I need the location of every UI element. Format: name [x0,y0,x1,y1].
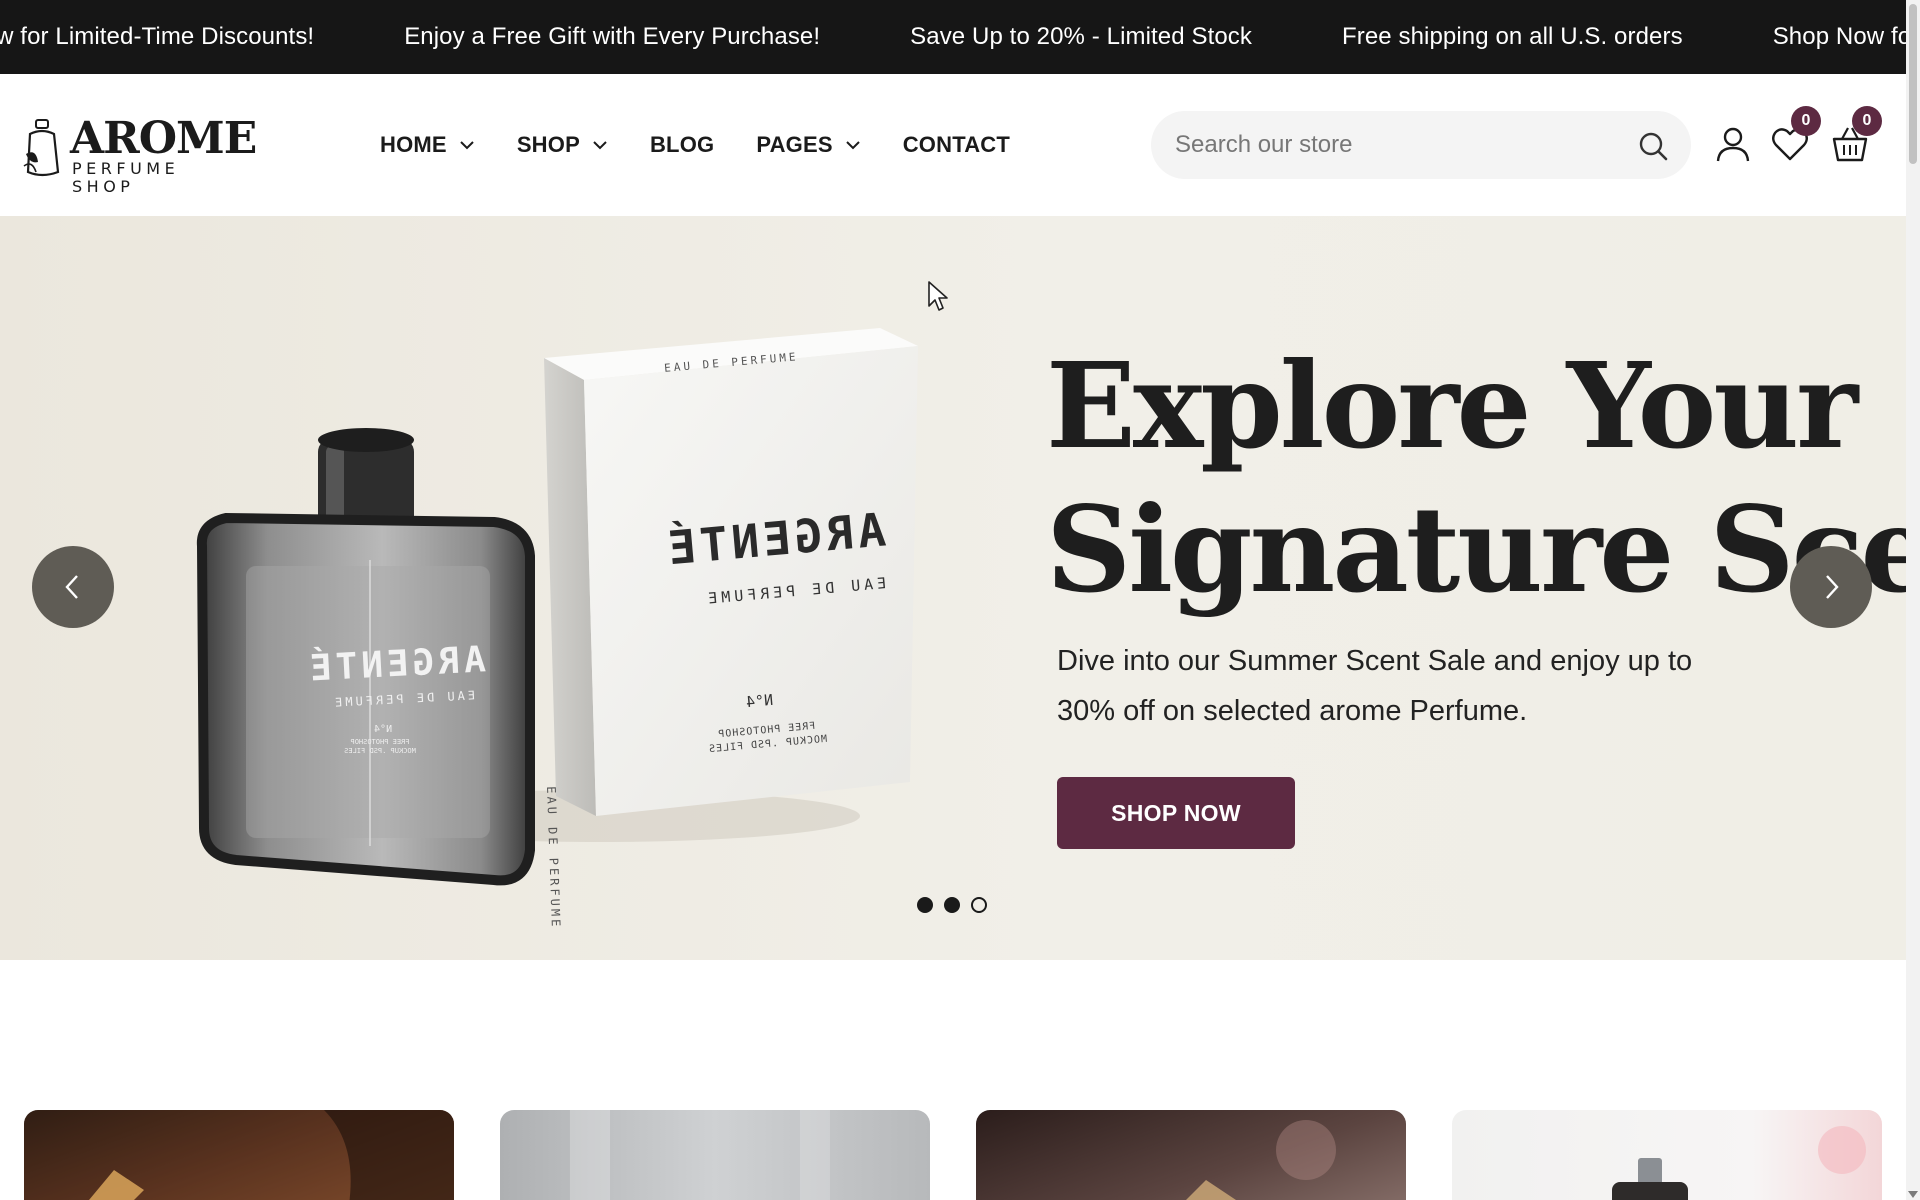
slide-dot[interactable] [917,897,933,913]
nav-item-contact[interactable]: CONTACT [903,132,1010,158]
user-icon[interactable] [1713,124,1753,164]
slide-dot[interactable] [971,897,987,913]
bottle-note-text: FREE PHOTOSHOP MOCKUP .PSD FILES [344,738,416,755]
hero-description: Dive into our Summer Scent Sale and enjo… [1057,645,1693,727]
announcement-bar: Shop Now for Limited-Time Discounts! Enj… [0,0,1906,74]
nav-item-label: PAGES [756,132,833,157]
logo-subtitle: PERFUME SHOP [72,159,180,196]
search-icon[interactable] [1637,130,1669,162]
logo[interactable]: AROME PERFUME SHOP [22,114,257,196]
announcement-item[interactable]: Shop Now for Limited-Time Discounts! [0,23,314,51]
main-nav: HOME SHOP BLOG PAGES CONTACT [380,74,1052,216]
nav-item-shop[interactable]: SHOP [517,132,608,158]
announcement-item[interactable]: Free shipping on all U.S. orders [1342,23,1683,51]
perfume-bottle-logo-icon [23,119,60,177]
chevron-down-icon [460,141,474,150]
box-number-text: N°4 [745,690,774,712]
product-card[interactable] [24,1110,454,1200]
chevron-right-icon [1826,575,1839,599]
product-card[interactable] [976,1110,1406,1200]
page-scrollbar[interactable] [1906,0,1920,1200]
product-image [1186,1120,1336,1200]
nav-item-home[interactable]: HOME [380,132,475,158]
chevron-left-icon [65,575,78,599]
slider-pagination [917,897,998,913]
search-input[interactable] [1175,111,1615,179]
hero-slider: EAU DE PERFUME EAU DE PERFUME ARGENTÉ EA… [0,216,1906,960]
chevron-down-icon [593,141,607,150]
wishlist-count-badge: 0 [1791,106,1821,136]
announcement-item[interactable]: Save Up to 20% - Limited Stock [910,23,1252,51]
product-image [1612,1126,1866,1200]
product-card[interactable] [500,1110,930,1200]
nav-item-label: HOME [380,132,447,157]
logo-title: AROME [70,113,257,164]
nav-item-blog[interactable]: BLOG [650,132,714,158]
announcement-item[interactable]: Enjoy a Free Gift with Every Purchase! [404,23,820,51]
search-bar [1151,111,1691,179]
announcement-item[interactable]: Shop Now for Limited-Time Discounts! [1773,23,1906,51]
product-grid [24,1110,1920,1200]
product-image [24,1110,454,1200]
bottle-number-text: N°4 [374,724,393,735]
product-card[interactable] [1452,1110,1882,1200]
site-header: AROME PERFUME SHOP HOME SHOP BLOG PAGES … [0,74,1906,216]
nav-item-label: BLOG [649,132,715,157]
slide-dot[interactable] [944,897,960,913]
scrollbar-thumb[interactable] [1909,4,1917,164]
scroll-down-arrow-icon[interactable] [1908,1191,1918,1198]
mouse-cursor-icon [928,281,948,311]
hero-heading-line: Explore Your [1046,336,1858,475]
shop-now-button[interactable]: SHOP NOW [1057,777,1295,849]
next-slide-button[interactable] [1790,546,1872,628]
previous-slide-button[interactable] [32,546,114,628]
hero-heading-line: Signature Scent [1046,480,1906,619]
hero-heading: Explore Your Signature Scent [1046,334,1906,622]
cart-count-badge: 0 [1852,106,1882,136]
nav-item-label: SHOP [516,132,580,157]
chevron-down-icon [846,141,860,150]
announcement-track: Shop Now for Limited-Time Discounts! Enj… [0,0,1906,74]
nav-item-label: CONTACT [902,132,1011,157]
product-image [570,1110,830,1200]
nav-item-pages[interactable]: PAGES [756,132,860,158]
